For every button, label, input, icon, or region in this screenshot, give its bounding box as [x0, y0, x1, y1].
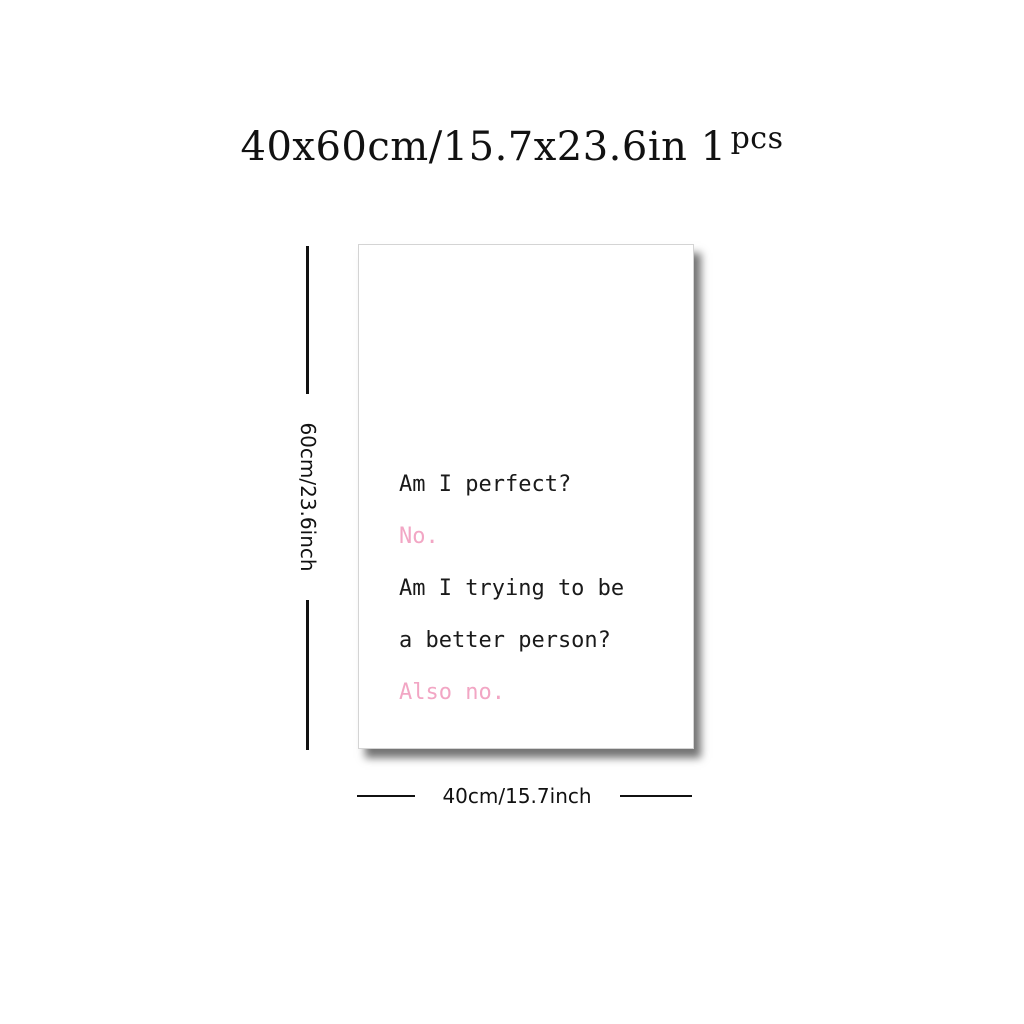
width-dimension-label: 40cm/15.7inch — [442, 784, 592, 808]
height-dimension-line-bottom — [306, 600, 309, 750]
poster-canvas: Am I perfect? No. Am I trying to be a be… — [358, 244, 694, 749]
product-image: 40x60cm/15.7x23.6in 1 pcs 60cm/23.6inch A… — [0, 0, 1024, 1024]
size-title-quantity-unit: pcs — [730, 121, 784, 156]
poster-line-1: Am I perfect? — [399, 472, 572, 497]
size-title-main: 40x60cm/15.7x23.6in 1 — [240, 124, 727, 170]
poster-line-2: No. — [399, 524, 439, 549]
width-dimension-line-right — [620, 795, 692, 797]
poster-quote: Am I perfect? No. Am I trying to be a be… — [399, 459, 624, 719]
height-dimension-line-top — [306, 246, 309, 394]
poster-line-3: Am I trying to be — [399, 576, 625, 601]
poster-line-4: a better person? — [399, 628, 611, 653]
poster-line-5: Also no. — [399, 680, 505, 705]
height-dimension-label: 60cm/23.6inch — [296, 422, 320, 572]
size-title: 40x60cm/15.7x23.6in 1 pcs — [0, 121, 1024, 170]
width-dimension-line-left — [357, 795, 415, 797]
